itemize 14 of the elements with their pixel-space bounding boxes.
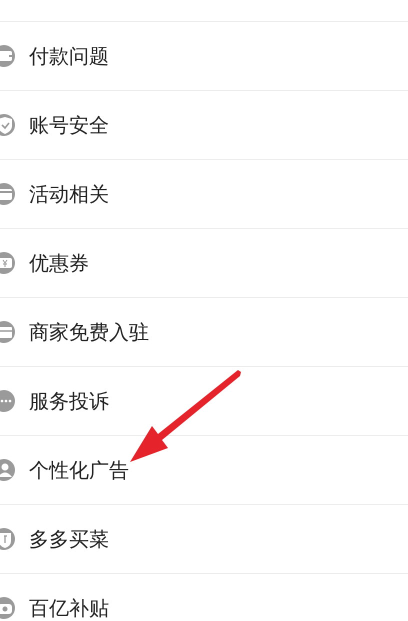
menu-item[interactable]: 商家免费入驻: [29, 320, 149, 344]
menu-item[interactable]: 个性化广告: [29, 458, 129, 482]
menu-item[interactable]: 优惠券: [29, 251, 89, 275]
person-icon: [0, 459, 16, 481]
menu-item[interactable]: 付款问题: [29, 44, 109, 68]
menu-item[interactable]: 活动相关: [29, 182, 109, 206]
menu-item[interactable]: 账号安全: [29, 113, 109, 137]
menu-item[interactable]: 百亿补贴: [29, 596, 109, 620]
chat-icon: [0, 390, 16, 412]
store-icon: [0, 321, 16, 343]
coupon-icon: [0, 252, 16, 274]
shield-icon: [0, 114, 16, 136]
menu-item[interactable]: 多多买菜: [29, 527, 109, 551]
menu-item[interactable]: 服务投诉: [29, 389, 109, 413]
